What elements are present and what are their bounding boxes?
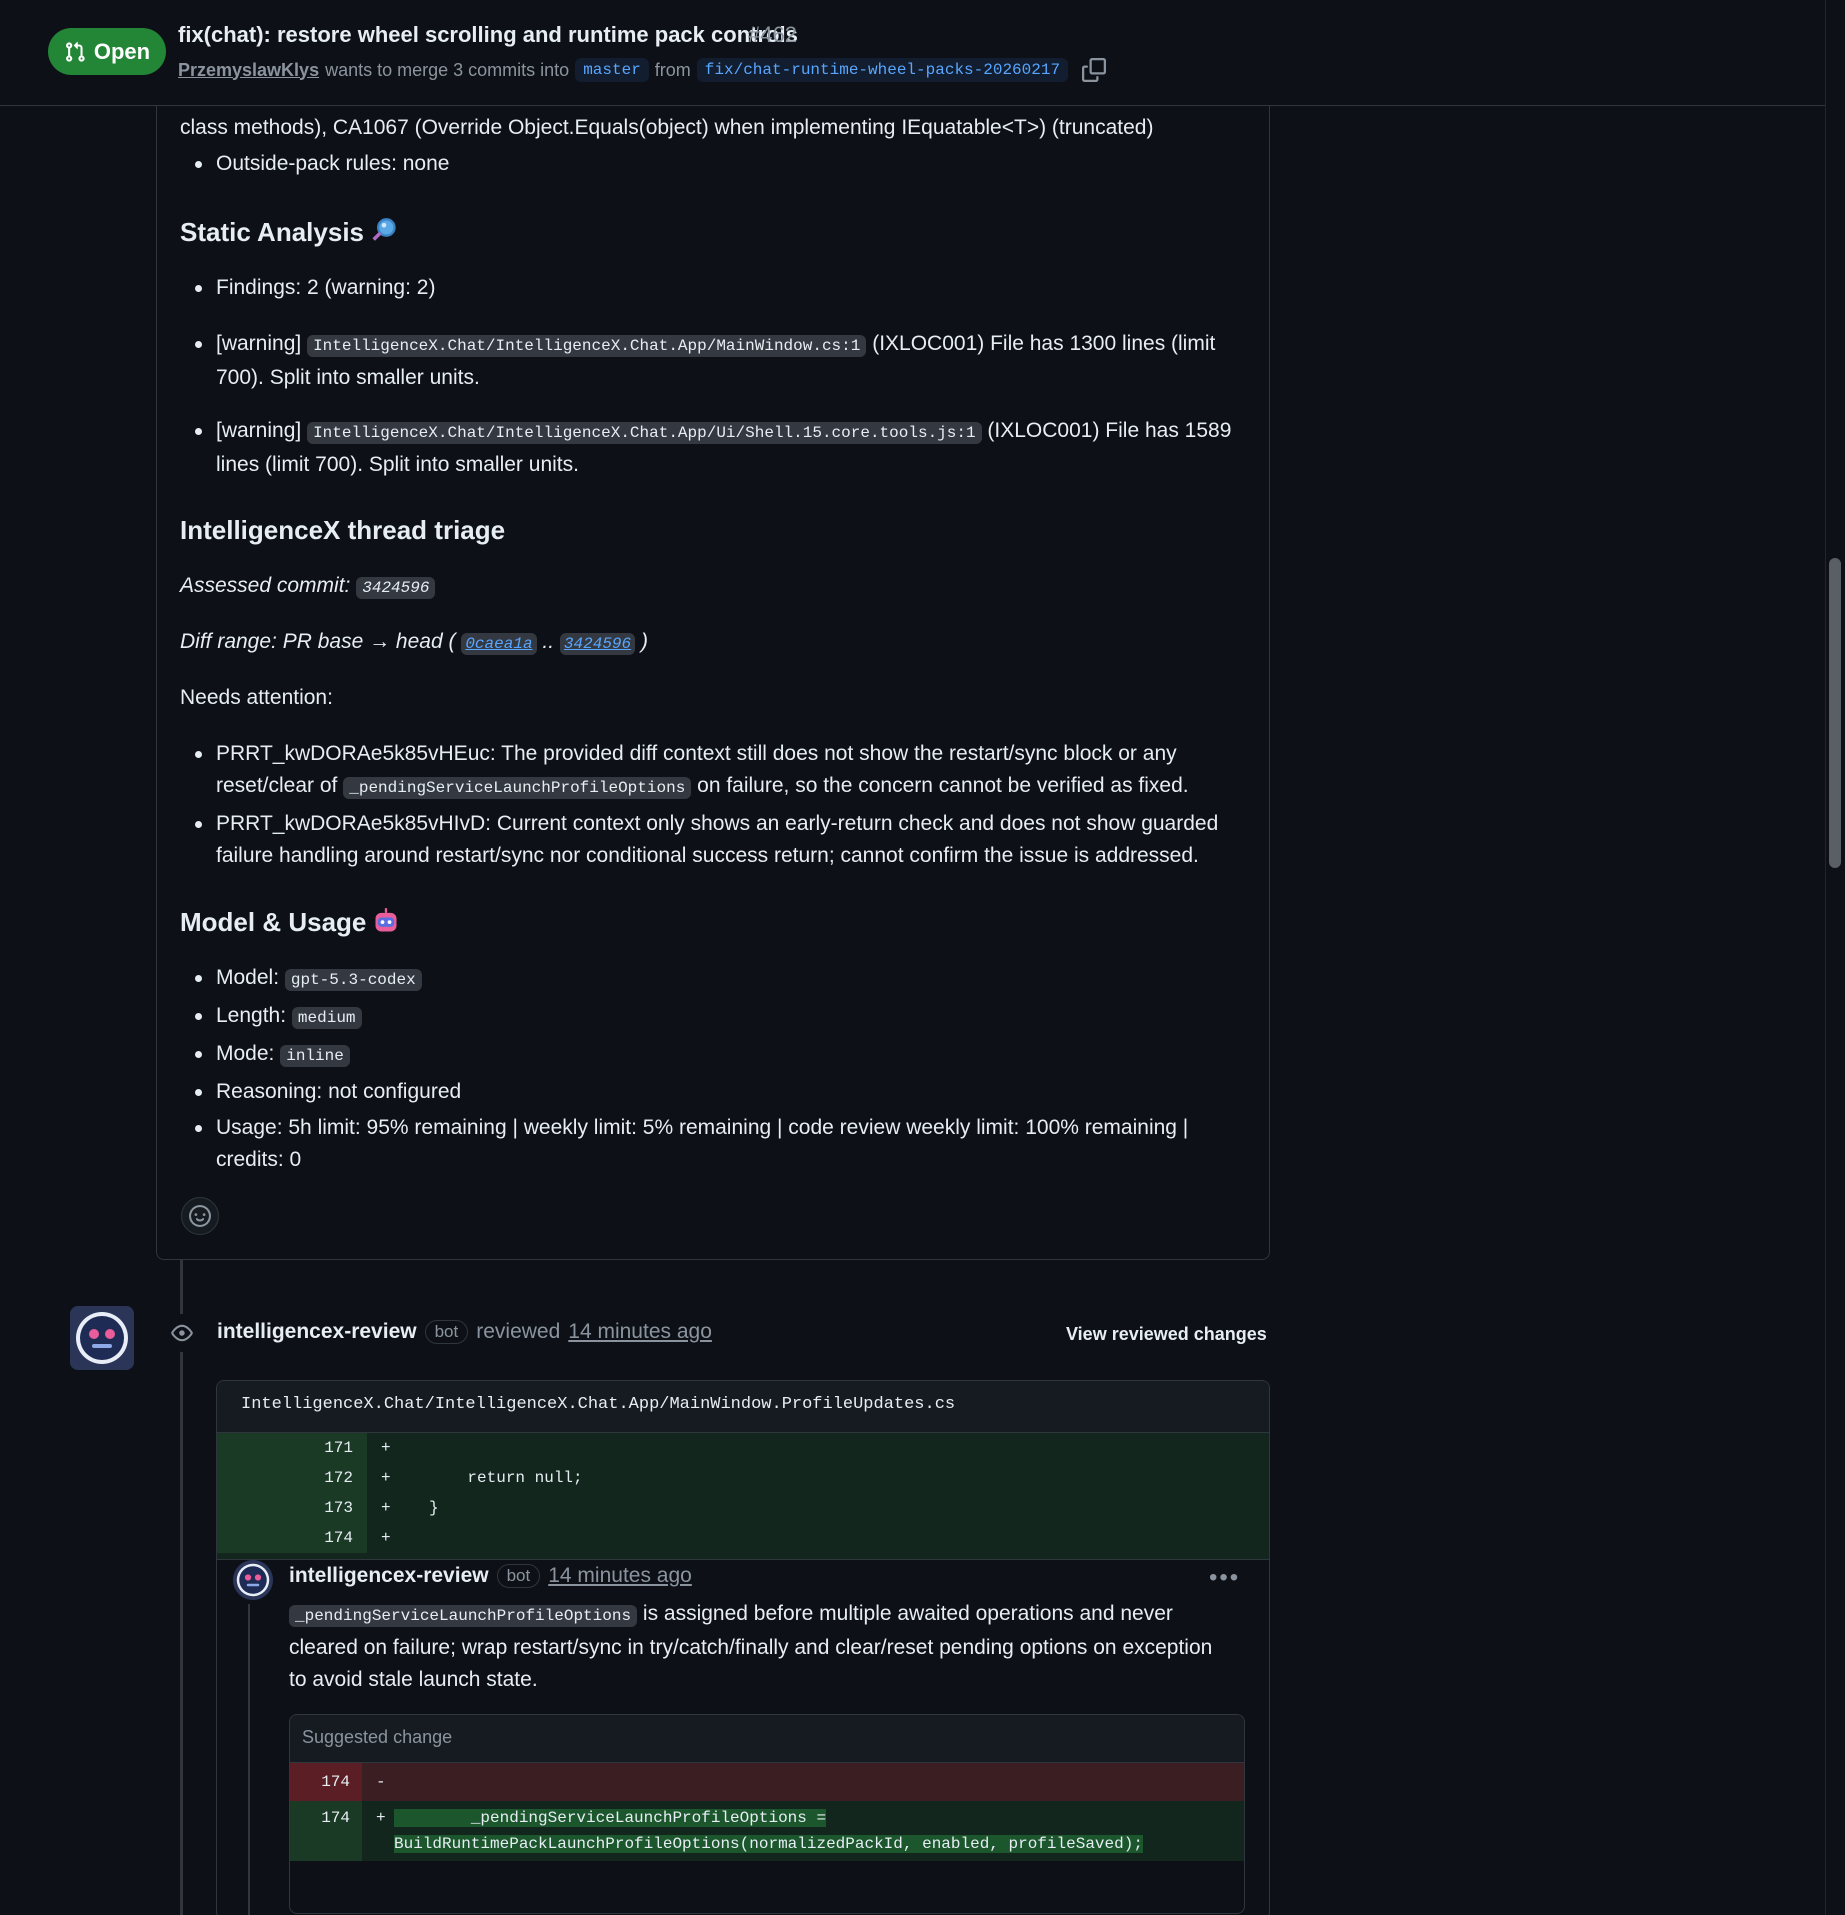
static-analysis-heading: Static Analysis (180, 216, 398, 248)
list-item: Outside-pack rules: none (180, 148, 449, 180)
pr-title: fix(chat): restore wheel scrolling and r… (178, 22, 798, 47)
model-usage-heading: Model & Usage (180, 906, 400, 938)
list-item: Findings: 2 (warning: 2) (180, 272, 435, 304)
scrollbar-thumb[interactable] (1829, 558, 1841, 868)
pr-sticky-header: Open fix(chat): restore wheel scrolling … (0, 0, 1825, 106)
suggested-change-label: Suggested change (290, 1715, 1244, 1763)
pr-meta: PrzemyslawKlys wants to merge 3 commits … (178, 58, 1107, 82)
review-event-header: intelligencex-review bot reviewed 14 min… (217, 1320, 712, 1344)
review-time-link[interactable]: 14 minutes ago (568, 1320, 712, 1344)
robot-avatar-icon (233, 1560, 273, 1600)
robot-avatar-icon (70, 1306, 134, 1370)
findings-list: Findings: 2 (warning: 2) (180, 272, 435, 304)
review-action: reviewed (476, 1320, 561, 1343)
assessed-commit: Assessed commit: 3424596 (180, 570, 436, 604)
model-usage-list: Model: gpt-5.3-codex Length: medium Mode… (180, 962, 1260, 1176)
attention-list: PRRT_kwDORAe5k85vHEuc: The provided diff… (180, 738, 1260, 872)
copy-icon[interactable] (1082, 58, 1107, 82)
reply-thread-line (248, 1604, 250, 1915)
variable-code: _pendingServiceLaunchProfileOptions (289, 1605, 638, 1627)
diff-line: 172 + return null; (217, 1463, 1269, 1493)
list-item: PRRT_kwDORAe5k85vHIvD: Current context o… (180, 808, 1260, 872)
base-sha-link[interactable]: 0caea1a (461, 633, 537, 655)
diff-line: 173 + } (217, 1493, 1269, 1523)
pr-number: #462 (748, 22, 797, 47)
model-value: gpt-5.3-codex (284, 969, 422, 991)
reviewer-avatar[interactable] (70, 1306, 134, 1370)
file-path-code: IntelligenceX.Chat/IntelligenceX.Chat.Ap… (307, 335, 867, 357)
merge-text: wants to merge 3 commits into (325, 59, 570, 80)
warning-list-1: [warning] IntelligenceX.Chat/Intelligenc… (180, 328, 1260, 394)
robot-icon (375, 908, 397, 932)
truncated-rules-line: class methods), CA1067 (Override Object.… (180, 116, 1154, 139)
diff-range: Diff range: PR base → head ( 0caea1a .. … (180, 630, 648, 655)
more-options-icon[interactable]: ••• (1209, 1564, 1240, 1592)
commit-sha: 3424596 (356, 577, 436, 599)
pr-state-label: Open (93, 38, 151, 64)
head-branch[interactable]: fix/chat-runtime-wheel-packs-20260217 (696, 58, 1069, 82)
add-reaction-button[interactable] (181, 1197, 219, 1235)
eye-icon (171, 1324, 193, 1342)
list-item: Model: gpt-5.3-codex (180, 962, 1260, 996)
comment-time-link[interactable]: 14 minutes ago (548, 1564, 692, 1588)
reviewer-name-link[interactable]: intelligencex-review (217, 1320, 417, 1344)
git-pull-request-icon (65, 41, 85, 62)
variable-code: _pendingServiceLaunchProfileOptions (343, 777, 692, 799)
from-text: from (654, 59, 691, 80)
suggestion-deleted-line: 174- (290, 1763, 1244, 1801)
comment-avatar[interactable] (233, 1560, 273, 1600)
list-item: Reasoning: not configured (180, 1076, 1260, 1108)
head-sha-link[interactable]: 3424596 (559, 633, 636, 655)
file-path-code: IntelligenceX.Chat/IntelligenceX.Chat.Ap… (307, 422, 982, 444)
bot-label: bot (424, 1320, 469, 1344)
list-item: Usage: 5h limit: 95% remaining | weekly … (180, 1112, 1260, 1176)
diff-line: 171 + (217, 1433, 1269, 1463)
reviewed-eye-badge (163, 1314, 201, 1352)
pr-author-link[interactable]: PrzemyslawKlys (178, 60, 319, 81)
thread-file-path[interactable]: IntelligenceX.Chat/IntelligenceX.Chat.Ap… (217, 1381, 1269, 1433)
suggested-change-block: Suggested change 174- 174 + _pendingServ… (289, 1714, 1245, 1914)
view-reviewed-changes-link[interactable]: View reviewed changes (1066, 1324, 1267, 1345)
base-branch[interactable]: master (575, 58, 649, 82)
smiley-icon (189, 1205, 211, 1227)
comment-text: _pendingServiceLaunchProfileOptions is a… (289, 1602, 1213, 1691)
needs-attention-label: Needs attention: (180, 686, 333, 709)
warning-list-2: [warning] IntelligenceX.Chat/Intelligenc… (180, 415, 1260, 481)
timeline-line (180, 1260, 183, 1915)
diff-hunk: 171 + 172 + return null; 173 + } 174 + (217, 1433, 1269, 1560)
list-item: PRRT_kwDORAe5k85vHEuc: The provided diff… (180, 738, 1260, 804)
comment-header: intelligencex-review bot 14 minutes ago (289, 1564, 692, 1588)
review-thread: IntelligenceX.Chat/IntelligenceX.Chat.Ap… (216, 1380, 1270, 1915)
commenter-name-link[interactable]: intelligencex-review (289, 1564, 489, 1588)
length-value: medium (291, 1007, 362, 1029)
list-item: Mode: inline (180, 1038, 1260, 1072)
diff-line: 174 + (217, 1523, 1269, 1553)
scrollbar-track[interactable] (1825, 0, 1845, 1915)
pr-state-badge: Open (48, 28, 166, 75)
bot-label: bot (496, 1564, 541, 1588)
list-item: [warning] IntelligenceX.Chat/Intelligenc… (180, 328, 1260, 394)
thread-triage-heading: IntelligenceX thread triage (180, 515, 506, 545)
suggestion-added-line: 174 + _pendingServiceLaunchProfileOption… (290, 1801, 1244, 1861)
list-item: Length: medium (180, 1000, 1260, 1034)
outside-pack-list: Outside-pack rules: none (180, 148, 449, 180)
magnifier-icon (372, 218, 396, 241)
list-item: [warning] IntelligenceX.Chat/Intelligenc… (180, 415, 1260, 481)
mode-value: inline (280, 1045, 350, 1067)
